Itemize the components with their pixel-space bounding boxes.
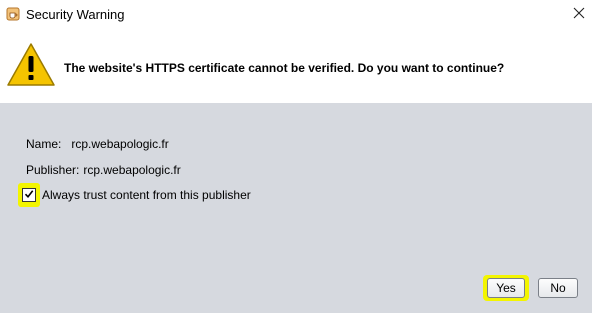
name-row: Name: rcp.webapologic.fr: [26, 136, 169, 152]
java-cup-icon: [6, 7, 20, 21]
close-button[interactable]: [566, 3, 592, 27]
publisher-row: Publisher: rcp.webapologic.fr: [26, 162, 181, 178]
warning-header: The website's HTTPS certificate cannot b…: [0, 30, 592, 103]
publisher-label: Publisher:: [26, 163, 80, 177]
title-bar: Security Warning: [0, 0, 592, 30]
always-trust-label: Always trust content from this publisher: [42, 188, 251, 202]
always-trust-option[interactable]: Always trust content from this publisher: [18, 183, 251, 207]
checkmark-icon: [24, 186, 34, 204]
checkbox-highlight: [18, 183, 40, 207]
name-value: rcp.webapologic.fr: [71, 137, 169, 151]
window-title: Security Warning: [26, 7, 125, 22]
always-trust-checkbox[interactable]: [22, 188, 36, 202]
name-label: Name:: [26, 137, 62, 151]
publisher-value: rcp.webapologic.fr: [83, 163, 181, 177]
yes-button[interactable]: Yes: [487, 278, 525, 298]
close-icon: [573, 6, 585, 24]
no-button[interactable]: No: [538, 278, 578, 298]
warning-message: The website's HTTPS certificate cannot b…: [64, 61, 505, 75]
warning-triangle-icon: [6, 42, 56, 88]
details-panel: Name: rcp.webapologic.fr Publisher: rcp.we…: [0, 103, 592, 313]
